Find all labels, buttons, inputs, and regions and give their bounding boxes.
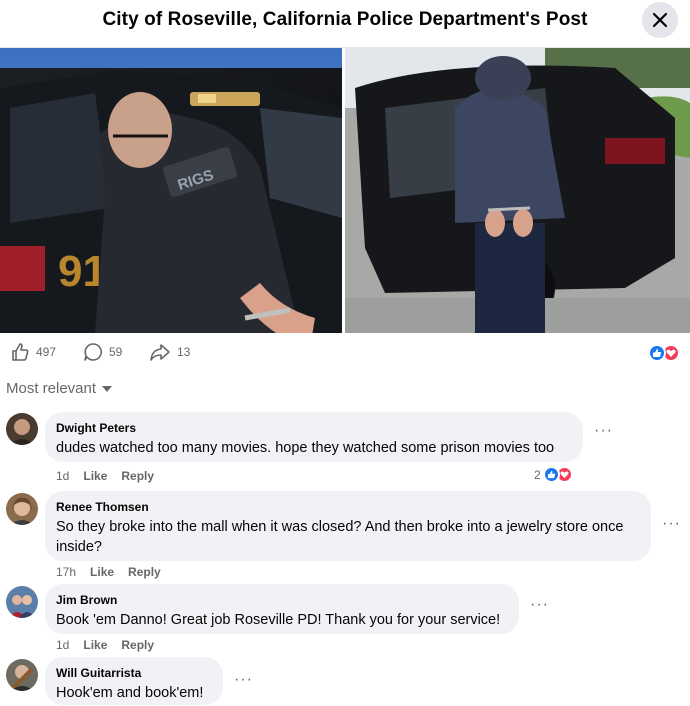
share-count-button[interactable]: 13: [149, 342, 190, 362]
comment-text: So they broke into the mall when it was …: [56, 519, 624, 555]
like-reaction-icon: [542, 466, 560, 483]
post-photos: 91 RIGS: [0, 48, 690, 333]
post-reactions-summary[interactable]: [648, 344, 680, 362]
close-button[interactable]: [642, 2, 678, 38]
comment-text: dudes watched too many movies. hope they…: [56, 440, 555, 456]
comment-text: Hook'em and book'em!: [56, 685, 204, 701]
thumbs-up-icon: [12, 343, 29, 361]
comment-bubble: Renee Thomsen So they broke into the mal…: [45, 491, 651, 561]
like-count: 497: [36, 345, 57, 359]
comment-like-link[interactable]: Like: [83, 469, 107, 483]
share-arrow-icon: [150, 344, 170, 361]
sort-label: Most relevant: [6, 380, 97, 397]
comment-meta: 17h Like Reply: [56, 565, 161, 579]
close-icon: [652, 12, 668, 28]
photo-suspect-handcuffed[interactable]: [345, 48, 690, 333]
comment-bubble: Dwight Peters dudes watched too many mov…: [45, 412, 583, 462]
comment-count-button[interactable]: 59: [83, 342, 122, 362]
like-count-button[interactable]: 497: [10, 342, 56, 362]
caret-down-icon: [102, 385, 113, 392]
post-dialog-header: City of Roseville, California Police Dep…: [0, 0, 690, 40]
comment-author[interactable]: Jim Brown: [56, 592, 507, 608]
comment-text: Book 'em Danno! Great job Roseville PD! …: [56, 612, 501, 628]
share-count: 13: [177, 345, 191, 359]
comment-count: 59: [109, 345, 123, 359]
comment-options-button[interactable]: ···: [594, 422, 613, 440]
comment-reply-link[interactable]: Reply: [128, 565, 161, 579]
comment-reactions[interactable]: 2: [534, 466, 573, 483]
comment-author[interactable]: Will Guitarrista: [56, 665, 211, 681]
comment-options-button[interactable]: ···: [530, 596, 549, 614]
comment-reply-link[interactable]: Reply: [121, 469, 154, 483]
comment-like-link[interactable]: Like: [90, 565, 114, 579]
comment-reply-link[interactable]: Reply: [121, 638, 154, 652]
photo-officer-with-suspect[interactable]: 91 RIGS: [0, 48, 342, 333]
comment-bubble: Jim Brown Book 'em Danno! Great job Rose…: [45, 584, 519, 634]
avatar[interactable]: [6, 586, 38, 618]
dialog-title: City of Roseville, California Police Dep…: [102, 9, 588, 30]
avatar[interactable]: [6, 659, 38, 691]
comment-reaction-count: 2: [534, 467, 541, 482]
comment-meta: 1d Like Reply: [56, 469, 154, 483]
comment-time[interactable]: 1d: [56, 638, 69, 652]
like-reaction-icon: [648, 344, 666, 362]
comment-options-button[interactable]: ···: [662, 515, 681, 533]
comment-time[interactable]: 1d: [56, 469, 69, 483]
post-action-bar: 497 59 13: [0, 340, 690, 368]
comment-time[interactable]: 17h: [56, 565, 76, 579]
comment-author[interactable]: Dwight Peters: [56, 420, 571, 436]
comment-sort-dropdown[interactable]: Most relevant: [6, 380, 113, 397]
comment-bubble: Will Guitarrista Hook'em and book'em!: [45, 657, 223, 705]
avatar[interactable]: [6, 493, 38, 525]
avatar[interactable]: [6, 413, 38, 445]
comment-like-link[interactable]: Like: [83, 638, 107, 652]
comment-options-button[interactable]: ···: [234, 671, 253, 689]
comment-meta: 1d Like Reply: [56, 638, 154, 652]
comment-author[interactable]: Renee Thomsen: [56, 499, 639, 515]
comment-bubble-icon: [84, 343, 102, 361]
